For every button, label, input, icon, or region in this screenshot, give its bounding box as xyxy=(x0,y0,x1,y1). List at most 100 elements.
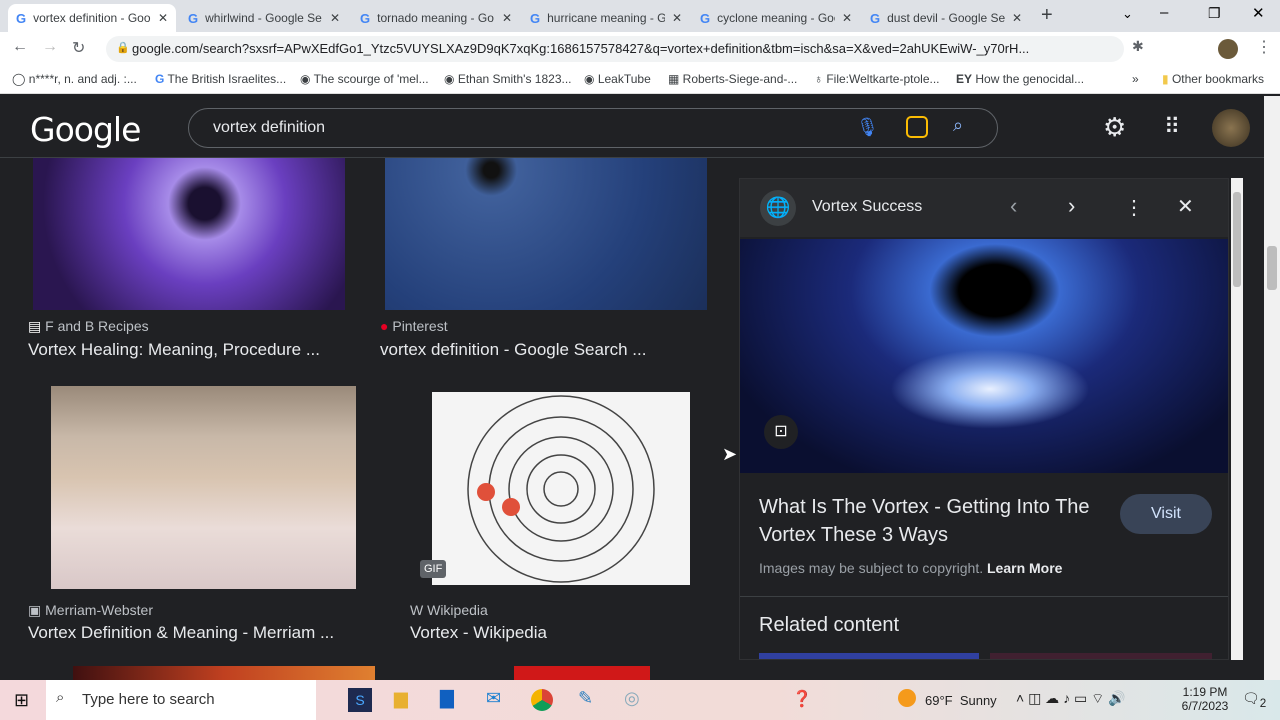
bookmark-item[interactable]: ◉ LeakTube xyxy=(584,72,651,86)
result-image[interactable] xyxy=(51,386,356,589)
more-options-icon[interactable]: ⋮ xyxy=(1124,195,1144,220)
file-explorer-icon[interactable]: ▆ xyxy=(394,688,408,709)
address-bar[interactable]: google.com/search?sxsrf=APwXEdfGo1_Ytzc5… xyxy=(106,36,1124,62)
lens-icon[interactable] xyxy=(906,116,928,138)
result-title[interactable]: Vortex Definition & Meaning - Merriam ..… xyxy=(28,623,334,643)
result-title[interactable]: vortex definition - Google Search ... xyxy=(380,340,646,360)
system-tray-icons[interactable]: ˄ ◫ ☁ ♪ ▭ ⌔ 🔊 xyxy=(1016,690,1126,708)
bookmark-item[interactable]: G The British Israelites... xyxy=(155,72,286,86)
tab-strip: Gvortex definition - Goo ✕ Gwhirlwind - G… xyxy=(0,0,1280,32)
maximize-button[interactable]: ❐ xyxy=(1208,5,1221,22)
google-icon: G xyxy=(188,10,199,26)
gear-icon[interactable]: ⚙ xyxy=(1103,112,1126,143)
google-icon: G xyxy=(870,10,881,26)
close-icon[interactable]: ✕ xyxy=(842,11,852,25)
notifications-icon[interactable]: 🗨2 xyxy=(1242,690,1266,710)
help-icon[interactable]: ❓ xyxy=(792,689,812,709)
tab-hurricane[interactable]: Ghurricane meaning - G ✕ xyxy=(522,4,690,32)
other-bookmarks[interactable]: ▮ Other bookmarks xyxy=(1162,72,1264,86)
app-icon[interactable]: ✎ xyxy=(578,688,593,709)
copyright-note: Images may be subject to copyright. Lear… xyxy=(759,560,1063,576)
tab-dust-devil[interactable]: Gdust devil - Google Se ✕ xyxy=(862,4,1030,32)
tab-tornado[interactable]: Gtornado meaning - Go ✕ xyxy=(352,4,520,32)
back-button[interactable]: ← xyxy=(12,38,28,56)
taskbar: ⊞ ⌕ Type here to search S ▆ ▇ ✉ ✎ ◎ ❓ 69°… xyxy=(0,680,1280,720)
close-icon[interactable]: ✕ xyxy=(502,11,512,25)
result-source[interactable]: ▤ F and B Recipes xyxy=(28,318,149,335)
panel-site-name[interactable]: Vortex Success xyxy=(812,198,922,216)
preview-image[interactable]: ⊡ xyxy=(740,239,1228,473)
result-title[interactable]: Vortex Healing: Meaning, Procedure ... xyxy=(28,340,320,360)
google-icon: G xyxy=(16,10,27,26)
menu-icon[interactable]: ⋮ xyxy=(1256,37,1272,57)
more-bookmarks-icon[interactable]: » xyxy=(1132,72,1139,86)
close-icon[interactable]: ✕ xyxy=(330,11,340,25)
mail-icon[interactable]: ✉ xyxy=(486,688,501,709)
previous-button[interactable]: ‹ xyxy=(1010,193,1017,219)
microphone-icon[interactable]: 🎙 xyxy=(856,117,879,138)
bookmark-item[interactable]: EY How the genocidal... xyxy=(956,72,1084,86)
close-icon[interactable]: ✕ xyxy=(1177,194,1194,219)
bookmark-item[interactable]: ◉ Ethan Smith's 1823... xyxy=(444,72,572,86)
chrome-icon[interactable] xyxy=(531,689,553,711)
weather-text[interactable]: 69°F Sunny xyxy=(925,693,997,708)
clock[interactable]: 1:19 PM 6/7/2023 xyxy=(1180,685,1230,713)
result-source[interactable]: W Wikipedia xyxy=(410,602,488,618)
bookmarks-bar: ◯ n****r, n. and adj. :... G The British… xyxy=(0,64,1280,94)
result-image[interactable] xyxy=(73,666,375,680)
result-title[interactable]: Vortex - Wikipedia xyxy=(410,623,547,643)
bookmark-item[interactable]: ◯ n****r, n. and adj. :... xyxy=(12,72,137,86)
google-icon: G xyxy=(360,10,371,26)
result-image[interactable] xyxy=(385,158,707,310)
globe-icon: 🌐 xyxy=(760,190,796,226)
mouse-cursor: ➤ xyxy=(722,444,738,464)
search-icon[interactable]: ⌕ xyxy=(953,115,963,136)
forward-button[interactable]: → xyxy=(42,38,58,56)
store-icon[interactable]: ▇ xyxy=(440,688,454,709)
result-image[interactable] xyxy=(514,666,650,680)
related-image[interactable] xyxy=(759,653,979,659)
preview-title[interactable]: What Is The Vortex - Getting Into The Vo… xyxy=(759,493,1109,549)
tab-cyclone[interactable]: Gcyclone meaning - Goo ✕ xyxy=(692,4,860,32)
profile-avatar[interactable] xyxy=(1218,39,1238,59)
reload-button[interactable]: ↻ xyxy=(72,38,85,58)
gif-badge: GIF xyxy=(420,560,447,578)
app-icon[interactable]: ◎ xyxy=(624,688,640,709)
result-source[interactable]: ● Pinterest xyxy=(380,318,448,334)
bookmark-item[interactable]: ♁ File:Weltkarte-ptole... xyxy=(814,72,940,86)
close-icon[interactable]: ✕ xyxy=(158,11,168,25)
apps-icon[interactable]: ⠿ xyxy=(1164,114,1180,140)
tab-whirlwind[interactable]: Gwhirlwind - Google Se ✕ xyxy=(180,4,348,32)
result-image[interactable]: GIF xyxy=(420,392,690,585)
app-icon[interactable]: S xyxy=(348,688,372,712)
panel-scrollbar[interactable] xyxy=(1231,178,1243,660)
divider xyxy=(740,596,1228,597)
weather-icon xyxy=(898,689,916,707)
new-tab-button[interactable]: + xyxy=(1041,4,1053,27)
visit-button[interactable]: Visit xyxy=(1120,494,1212,534)
bookmark-item[interactable]: ▦ Roberts-Siege-and-... xyxy=(668,72,797,86)
result-image[interactable] xyxy=(33,158,345,310)
avatar[interactable] xyxy=(1212,109,1250,147)
related-image[interactable] xyxy=(990,653,1212,659)
google-icon: G xyxy=(700,10,711,26)
bookmark-item[interactable]: ◉ The scourge of 'mel... xyxy=(300,72,429,86)
next-button[interactable]: › xyxy=(1068,193,1075,219)
close-icon[interactable]: ✕ xyxy=(672,11,682,25)
orbit-diagram xyxy=(467,395,655,583)
result-source[interactable]: ▣ Merriam-Webster xyxy=(28,602,153,619)
windows-start-icon[interactable]: ⊞ xyxy=(14,690,29,711)
tab-vortex-definition[interactable]: Gvortex definition - Goo ✕ xyxy=(8,4,176,32)
close-icon[interactable]: ✕ xyxy=(1012,11,1022,25)
tab-search-icon[interactable]: ⌄ xyxy=(1122,6,1133,22)
learn-more-link[interactable]: Learn More xyxy=(987,560,1062,576)
taskbar-search-input[interactable]: ⌕ Type here to search xyxy=(46,680,316,720)
google-logo[interactable]: Google xyxy=(30,110,141,149)
related-content-heading: Related content xyxy=(759,614,900,636)
minimize-button[interactable]: – xyxy=(1160,4,1168,21)
close-window-button[interactable]: ✕ xyxy=(1252,4,1265,22)
extensions-icon[interactable]: ✱ xyxy=(1132,38,1144,55)
lock-icon[interactable]: 🔒 xyxy=(116,41,130,54)
lens-search-icon[interactable]: ⊡ xyxy=(764,415,798,449)
page-scrollbar[interactable] xyxy=(1264,96,1280,680)
